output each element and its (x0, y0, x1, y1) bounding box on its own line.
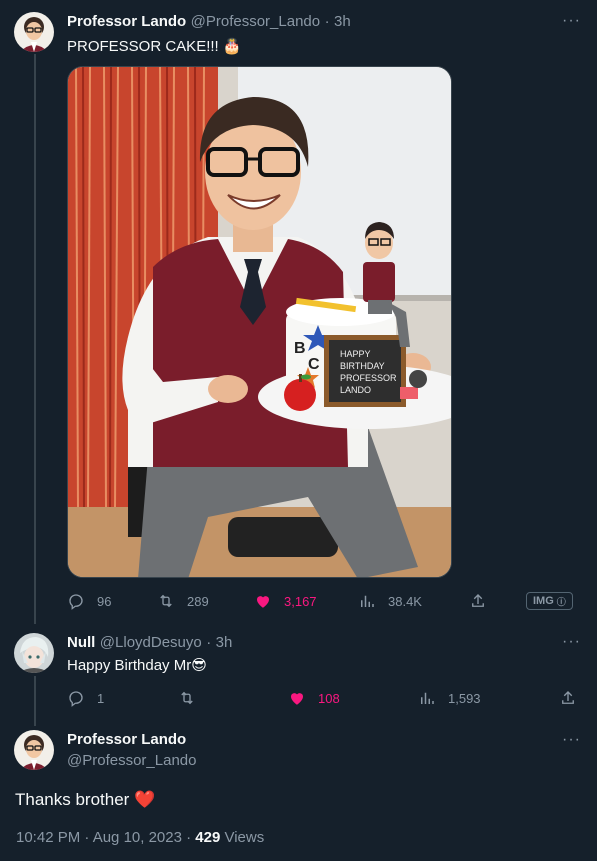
avatar[interactable] (14, 633, 54, 673)
info-icon: ⓘ (556, 596, 566, 607)
views-button[interactable]: 38.4K (358, 592, 422, 610)
tweet-text: Thanks brother ❤️ (15, 790, 156, 809)
cake-sign-line: HAPPY (340, 349, 371, 359)
author-handle[interactable]: @Professor_Lando (67, 752, 196, 769)
cake-sign-line: PROFESSOR (340, 373, 397, 383)
avatar[interactable] (14, 730, 54, 770)
tweet-meta: 10:42 PM · Aug 10, 2023 · 429 Views (16, 829, 264, 846)
author-handle[interactable]: @LloydDesuyo (100, 634, 202, 651)
author-handle[interactable]: @Professor_Lando (191, 13, 320, 30)
tweet-photo[interactable]: B C HAPPY BIRTHDAY PROFESSOR LANDO (67, 66, 452, 578)
reply-button[interactable]: 1 (67, 689, 104, 707)
author-name[interactable]: Null (67, 634, 95, 651)
retweet-button[interactable]: 289 (157, 592, 209, 610)
reply-icon (69, 691, 83, 707)
thread-line (34, 54, 36, 624)
retweet-button[interactable] (178, 689, 208, 707)
tweet-time[interactable]: 3h (216, 634, 233, 651)
timestamp[interactable]: 10:42 PM · Aug 10, 2023 · (16, 829, 195, 846)
views-count: 429 (195, 829, 221, 846)
views-count: 1,593 (448, 690, 481, 706)
heart-filled-icon (257, 596, 269, 608)
img-badge[interactable]: IMG ⓘ (526, 592, 573, 610)
share-button[interactable] (469, 592, 487, 610)
dot-separator: · (206, 634, 212, 651)
like-count: 3,167 (284, 593, 317, 609)
more-options-icon[interactable]: ··· (562, 731, 581, 749)
tweet-header: Null @LloydDesuyo · 3h (67, 634, 232, 652)
tweet-text: Happy Birthday Mr😎 (67, 657, 207, 674)
heart-filled-icon (291, 693, 303, 705)
reply-icon (69, 594, 83, 610)
more-options-icon[interactable]: ··· (562, 633, 581, 651)
svg-text:B: B (294, 340, 306, 357)
retweet-icon (160, 594, 172, 608)
author-name[interactable]: Professor Lando (67, 731, 186, 748)
tweet-time[interactable]: 3h (334, 13, 351, 30)
like-button[interactable]: 108 (288, 689, 340, 707)
share-button[interactable] (559, 689, 577, 707)
avatar[interactable] (14, 12, 54, 52)
author-name[interactable]: Professor Lando (67, 13, 186, 30)
reply-button[interactable]: 96 (67, 592, 111, 610)
img-badge-label: IMG (533, 595, 554, 607)
dot-separator: · (324, 13, 330, 30)
retweet-icon (181, 691, 193, 705)
like-button[interactable]: 3,167 (254, 592, 317, 610)
views-label: Views (220, 829, 265, 846)
views-count: 38.4K (388, 593, 422, 609)
analytics-icon (421, 692, 434, 704)
more-options-icon[interactable]: ··· (562, 12, 581, 30)
views-button[interactable]: 1,593 (418, 689, 481, 707)
share-icon (472, 594, 484, 607)
share-icon (562, 691, 574, 704)
cake-sign-line: BIRTHDAY (340, 361, 385, 371)
reply-count: 1 (97, 690, 105, 706)
reply-count: 96 (97, 593, 112, 609)
retweet-count: 289 (187, 593, 209, 609)
tweet-header: Professor Lando @Professor_Lando · 3h (67, 13, 351, 31)
svg-text:C: C (308, 356, 320, 373)
tweet-text: PROFESSOR CAKE!!! 🎂 (67, 38, 242, 55)
cake-sign-line: LANDO (340, 385, 371, 395)
thread-line (34, 676, 36, 726)
like-count: 108 (318, 690, 340, 706)
analytics-icon (361, 595, 374, 607)
photo-illustration: B C HAPPY BIRTHDAY PROFESSOR LANDO (68, 67, 451, 577)
